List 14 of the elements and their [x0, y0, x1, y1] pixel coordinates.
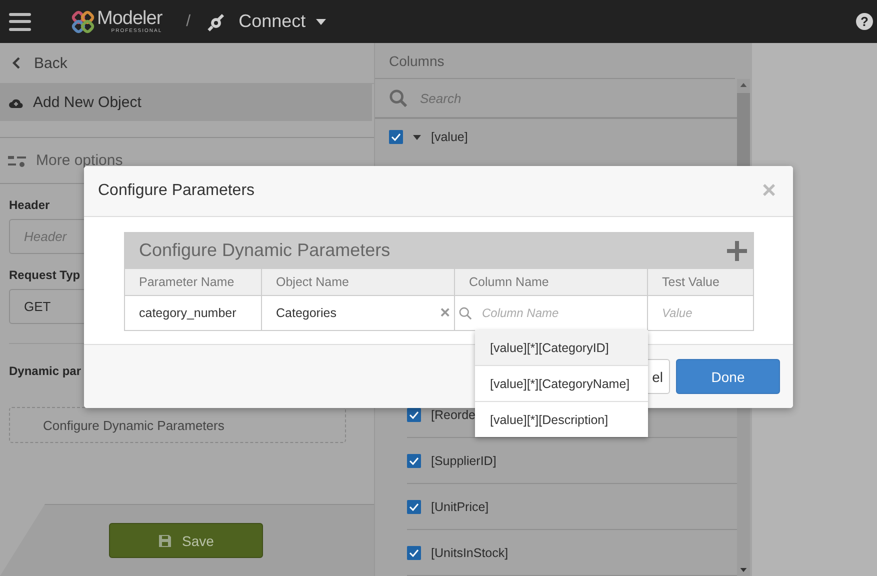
- column-header: Parameter Name: [125, 268, 262, 295]
- column-header: Object Name: [262, 268, 455, 295]
- breadcrumb-separator: /: [186, 12, 191, 30]
- app-name: Modeler: [97, 9, 162, 28]
- table-cell: category_number: [125, 295, 262, 330]
- field-label: Request Typ: [9, 268, 80, 282]
- dialog-title: Configure Parameters: [98, 182, 255, 200]
- table-cell: Categories: [276, 306, 336, 320]
- field-label: Dynamic par: [9, 364, 82, 378]
- table-title: Configure Dynamic Parameters: [139, 240, 390, 261]
- column-header: Column Name: [455, 268, 648, 295]
- field-label: Header: [9, 198, 50, 212]
- column-header: Test Value: [648, 268, 753, 295]
- panel-title: Columns: [375, 43, 735, 79]
